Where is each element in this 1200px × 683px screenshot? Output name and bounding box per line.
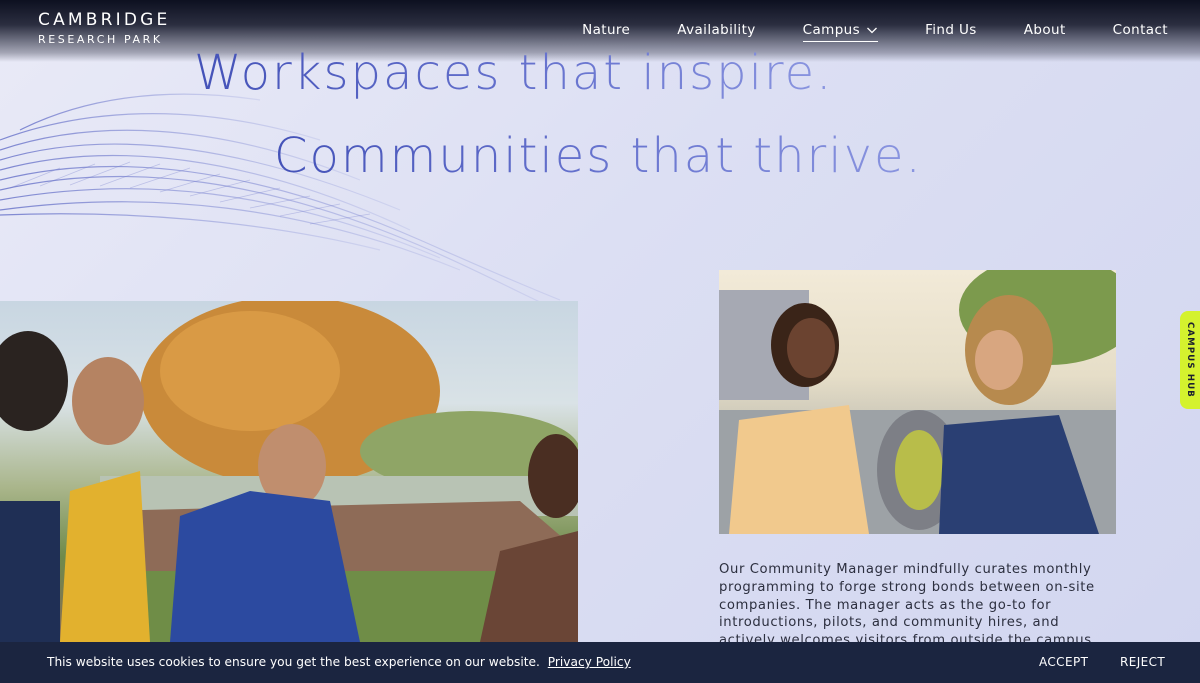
nav-label: Nature [582,22,631,38]
nav-label: Availability [677,22,756,38]
nav-label: Contact [1112,22,1168,38]
campus-hub-label: CAMPUS HUB [1185,322,1195,398]
nav-item-find-us[interactable]: Find Us [925,20,977,40]
nav-item-about[interactable]: About [1024,20,1066,40]
logo-line-2: RESEARCH PARK [38,33,163,46]
logo-line-1: CAMBRIDGE [38,10,171,30]
nav-label: Find Us [925,22,977,38]
students-photo [0,301,578,642]
nav-item-nature[interactable]: Nature [582,20,630,40]
hero-heading-line-2: Communities that thrive. [274,128,923,184]
nav-label: Campus [802,22,861,38]
hero-heading-line-1: Workspaces that inspire. [194,45,834,101]
nav-item-campus[interactable]: Campus [802,20,879,42]
nav-label: About [1023,22,1066,38]
cookie-message: This website uses cookies to ensure you … [47,655,631,669]
reject-cookies-button[interactable]: REJECT [1120,655,1165,669]
women-with-yoga-mat-photo [719,270,1116,534]
campus-hub-tab[interactable]: CAMPUS HUB [1180,311,1200,409]
site-logo[interactable]: CAMBRIDGE RESEARCH PARK [38,11,170,48]
nav-item-availability[interactable]: Availability [677,20,755,40]
main-nav: Nature Availability Campus Find Us About… [535,20,1168,42]
cookie-text: This website uses cookies to ensure you … [47,655,540,669]
chevron-down-icon [867,27,878,34]
privacy-policy-link[interactable]: Privacy Policy [548,655,631,669]
nav-item-contact[interactable]: Contact [1113,20,1168,40]
accept-cookies-button[interactable]: ACCEPT [1039,655,1088,669]
cookie-banner: This website uses cookies to ensure you … [0,642,1200,683]
